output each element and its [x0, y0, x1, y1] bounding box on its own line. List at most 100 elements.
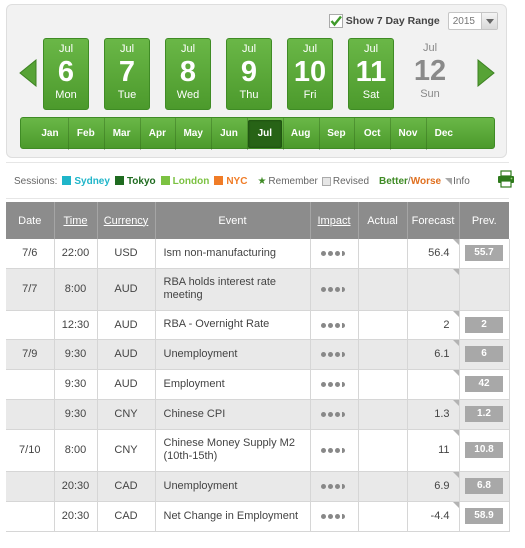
month-oct[interactable]: Oct: [355, 118, 389, 150]
cell-forecast: 11: [407, 429, 460, 472]
impact-indicator: [321, 322, 347, 328]
cell-impact: [310, 399, 359, 430]
cell-prev: 1.2: [459, 399, 510, 430]
header-time[interactable]: Time: [54, 202, 98, 239]
impact-dot-icon: [321, 322, 326, 328]
cell-currency: CAD: [97, 471, 156, 502]
cell-date: 7/9: [6, 339, 55, 370]
show-7-day-range-checkbox[interactable]: [328, 14, 343, 28]
impact-indicator: [321, 484, 347, 489]
day-month: Jul: [363, 43, 379, 55]
cell-event[interactable]: Chinese Money Supply M2 (10th-15th): [155, 429, 311, 472]
cell-event[interactable]: Ism non-manufacturing: [155, 239, 311, 269]
cell-prev: 10.8: [459, 429, 510, 472]
events-table: Date Time Currency Event Impact Actual F…: [6, 202, 510, 532]
day-card-12[interactable]: Jul 12 Sun: [407, 38, 453, 110]
cell-event[interactable]: Employment: [155, 369, 311, 400]
day-card-7[interactable]: Jul 7 Tue: [104, 38, 150, 110]
header-date: Date: [6, 202, 55, 239]
table-row[interactable]: 20:30 CAD Unemployment 6.9 6.8: [6, 471, 510, 502]
year-select[interactable]: 2015: [447, 12, 498, 30]
table-header-row: Date Time Currency Event Impact Actual F…: [6, 202, 509, 239]
cell-impact: [310, 268, 359, 311]
cell-currency: CNY: [97, 429, 156, 472]
month-aug[interactable]: Aug: [284, 118, 318, 150]
prev-value-box: 58.9: [465, 508, 503, 524]
month-jul[interactable]: Jul: [247, 120, 282, 148]
day-month: Jul: [119, 43, 135, 55]
legend: Sessions: Sydney Tokyo London NYC ★ Remembe…: [14, 172, 514, 190]
cell-date: 7/7: [6, 268, 55, 311]
day-number: 12: [413, 55, 447, 87]
show-7-day-range-label[interactable]: Show 7 Day Range: [346, 15, 440, 27]
month-apr[interactable]: Apr: [140, 118, 174, 150]
impact-dot-icon: [328, 251, 333, 257]
cell-impact: [310, 501, 359, 532]
cell-forecast: 56.4: [407, 239, 460, 269]
prev-week-arrow-icon[interactable]: [18, 59, 38, 87]
impact-dot-icon: [321, 382, 326, 387]
cell-prev: 42: [459, 369, 510, 400]
impact-half-dot-icon: [342, 322, 345, 328]
cell-date: 7/6: [6, 239, 55, 269]
cell-prev: 55.7: [459, 239, 510, 269]
month-may[interactable]: May: [176, 118, 210, 150]
chevron-down-icon[interactable]: [481, 13, 497, 29]
month-separator: [211, 118, 213, 150]
header-impact[interactable]: Impact: [310, 202, 359, 239]
day-card-11[interactable]: Jul 11 Sat: [348, 38, 394, 110]
table-row[interactable]: 20:30 CAD Net Change in Employment -4.4 58.9: [6, 501, 510, 532]
month-nov[interactable]: Nov: [391, 118, 425, 150]
cell-event[interactable]: Net Change in Employment: [155, 501, 311, 532]
cell-forecast: [407, 369, 460, 400]
cell-currency: AUD: [97, 310, 156, 340]
cell-prev: [459, 268, 510, 311]
table-row[interactable]: 12:30 AUD RBA - Overnight Rate 2 2: [6, 310, 510, 340]
day-card-6[interactable]: Jul 6 Mon: [43, 38, 89, 110]
table-row[interactable]: 7/9 9:30 AUD Unemployment 6.1 6: [6, 339, 510, 370]
day-number: 9: [240, 56, 258, 88]
cell-forecast: -4.4: [407, 501, 460, 532]
table-row[interactable]: 9:30 CNY Chinese CPI 1.3 1.2: [6, 399, 510, 430]
session-color-london: [160, 175, 170, 185]
month-separator: [175, 118, 177, 150]
day-number: 10: [293, 56, 327, 88]
cell-event[interactable]: RBA - Overnight Rate: [155, 310, 311, 340]
month-sep[interactable]: Sep: [319, 118, 353, 150]
month-feb[interactable]: Feb: [69, 118, 103, 150]
table-row[interactable]: 7/6 22:00 USD Ism non-manufacturing 56.4 55.7: [6, 239, 510, 269]
table-row[interactable]: 7/7 8:00 AUD RBA holds interest rate meetin…: [6, 268, 510, 311]
month-mar[interactable]: Mar: [105, 118, 139, 150]
impact-half-dot-icon: [342, 484, 345, 489]
month-jan[interactable]: Jan: [33, 118, 67, 150]
header-currency[interactable]: Currency: [97, 202, 156, 239]
cell-event[interactable]: RBA holds interest rate meeting: [155, 268, 311, 311]
month-separator: [139, 118, 141, 150]
cell-time: 8:00: [54, 268, 98, 311]
table-row[interactable]: 9:30 AUD Employment 42: [6, 369, 510, 400]
header-forecast: Forecast: [407, 202, 460, 239]
cell-event[interactable]: Chinese CPI: [155, 399, 311, 430]
print-icon[interactable]: [497, 170, 515, 188]
day-card-8[interactable]: Jul 8 Wed: [165, 38, 211, 110]
day-card-10[interactable]: Jul 10 Fri: [287, 38, 333, 110]
cell-event[interactable]: Unemployment: [155, 339, 311, 370]
month-dec[interactable]: Dec: [427, 118, 461, 150]
month-separator: [67, 118, 69, 150]
cell-prev: 6.8: [459, 471, 510, 502]
legend-info: Info: [453, 175, 470, 187]
table-row[interactable]: 7/10 8:00 CNY Chinese Money Supply M2 (10th…: [6, 429, 510, 472]
impact-dot-icon: [321, 412, 326, 417]
cell-currency: AUD: [97, 268, 156, 311]
month-separator: [354, 118, 356, 150]
cell-event[interactable]: Unemployment: [155, 471, 311, 502]
impact-half-dot-icon: [342, 287, 345, 292]
next-week-arrow-icon[interactable]: [476, 59, 496, 87]
day-card-9[interactable]: Jul 9 Thu: [226, 38, 272, 110]
month-jun[interactable]: Jun: [212, 118, 246, 150]
impact-indicator: [321, 251, 347, 257]
cell-actual: [358, 501, 408, 532]
divider: [6, 162, 509, 163]
cell-date: 7/10: [6, 429, 55, 472]
impact-indicator: [321, 412, 347, 417]
